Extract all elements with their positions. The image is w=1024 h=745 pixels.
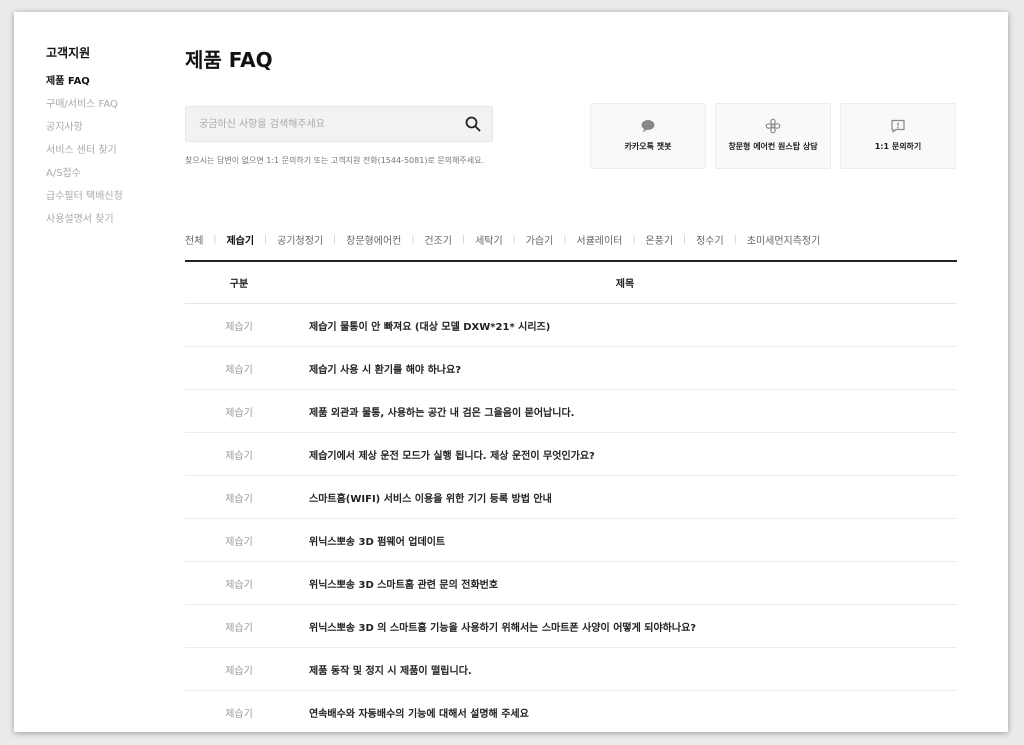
table-row[interactable]: 제습기 위닉스뽀송 3D 스마트홈 관련 문의 전화번호 [185,562,957,605]
table-row[interactable]: 제습기 위닉스뽀송 3D 펌웨어 업데이트 [185,519,957,562]
tab-washer[interactable]: 세탁기 [475,232,503,247]
table-row[interactable]: 제습기 스마트홈(WIFI) 서비스 이용을 위한 기기 등록 방법 안내 [185,476,957,519]
sidebar-item-notices[interactable]: 공지사항 [46,116,166,139]
tab-separator: | [632,234,636,245]
faq-table: 구분 제목 제습기 제습기 물통이 안 빠져요 (대상 모델 DXW*21* 시리… [185,260,957,732]
sidebar: 고객지원 제품 FAQ 구매/서비스 FAQ 공지사항 서비스 센터 찾기 A/… [46,44,166,231]
table-header: 구분 제목 [185,262,957,304]
window-ac-consult-label: 창문형 에어컨 원스탑 상담 [728,142,818,151]
sidebar-item-as-request[interactable]: A/S접수 [46,162,166,185]
row-title[interactable]: 위닉스뽀송 3D 스마트홈 관련 문의 전화번호 [293,576,498,591]
row-category: 제습기 [225,493,253,505]
tab-separator: | [333,234,337,245]
chat-bubble-icon [640,118,656,134]
row-title[interactable]: 연속배수와 자동배수의 기능에 대해서 설명해 주세요 [293,705,529,720]
sidebar-title: 고객지원 [46,46,91,60]
row-category: 제습기 [225,364,253,376]
tab-window-ac[interactable]: 창문형에어컨 [346,232,401,247]
tab-separator: | [411,234,415,245]
row-category: 제습기 [225,622,253,634]
tab-separator: | [563,234,567,245]
tab-water-purifier[interactable]: 정수기 [696,232,724,247]
fan-icon [765,118,781,134]
tab-humidifier[interactable]: 가습기 [526,232,554,247]
tab-heater[interactable]: 온풍기 [645,232,673,247]
tab-separator: | [512,234,516,245]
kakao-chatbot-button[interactable]: 카카오톡 챗봇 [590,103,706,169]
row-title[interactable]: 제습기 사용 시 환기를 해야 하나요? [293,361,461,376]
kakao-chatbot-label: 카카오톡 챗봇 [624,142,672,151]
tab-separator: | [683,234,687,245]
tab-separator: | [733,234,737,245]
search-input[interactable] [186,107,449,141]
quick-links: 카카오톡 챗봇 창문형 에어컨 원스탑 상담 1:1 문의하기 [590,103,956,169]
row-title[interactable]: 제품 외관과 물통, 사용하는 공간 내 검은 그을음이 묻어납니다. [293,404,574,419]
page-frame: 고객지원 제품 FAQ 구매/서비스 FAQ 공지사항 서비스 센터 찾기 A/… [14,12,1008,732]
table-row[interactable]: 제습기 연속배수와 자동배수의 기능에 대해서 설명해 주세요 [185,691,957,732]
row-title[interactable]: 위닉스뽀송 3D 의 스마트홈 기능을 사용하기 위해서는 스마트폰 사양이 어… [293,619,696,634]
table-row[interactable]: 제습기 제품 외관과 물통, 사용하는 공간 내 검은 그을음이 묻어납니다. [185,390,957,433]
row-category: 제습기 [225,665,253,677]
sidebar-item-product-faq[interactable]: 제품 FAQ [46,70,166,93]
column-header-category: 구분 [229,279,249,290]
row-category: 제습기 [225,450,253,462]
sidebar-item-service-center[interactable]: 서비스 센터 찾기 [46,139,166,162]
tab-separator: | [264,234,268,245]
tab-separator: | [462,234,466,245]
row-category: 제습기 [225,579,253,591]
row-category: 제습기 [225,407,253,419]
row-title[interactable]: 제습기에서 제상 운전 모드가 실행 됩니다. 제상 운전이 무엇인가요? [293,447,595,462]
sidebar-item-manuals[interactable]: 사용설명서 찾기 [46,208,166,231]
row-category: 제습기 [225,536,253,548]
table-row[interactable]: 제습기 위닉스뽀송 3D 의 스마트홈 기능을 사용하기 위해서는 스마트폰 사양… [185,605,957,648]
window-ac-consult-button[interactable]: 창문형 에어컨 원스탑 상담 [715,103,831,169]
sidebar-item-filter-delivery[interactable]: 급수필터 택배신청 [46,185,166,208]
table-row[interactable]: 제습기 제습기 물통이 안 빠져요 (대상 모델 DXW*21* 시리즈) [185,304,957,347]
row-category: 제습기 [225,708,253,720]
search-icon[interactable] [464,115,482,133]
category-tabs: 전체 | 제습기 | 공기청정기 | 창문형에어컨 | 건조기 | 세탁기 | … [185,232,821,248]
one-to-one-inquiry-button[interactable]: 1:1 문의하기 [840,103,956,169]
row-title[interactable]: 제습기 물통이 안 빠져요 (대상 모델 DXW*21* 시리즈) [293,318,550,333]
tab-air-purifier[interactable]: 공기청정기 [277,232,323,247]
page-title: 제품 FAQ [185,48,273,72]
row-category: 제습기 [225,321,253,333]
table-row[interactable]: 제습기 제습기에서 제상 운전 모드가 실행 됩니다. 제상 운전이 무엇인가요? [185,433,957,476]
column-header-title: 제목 [615,279,635,290]
tab-circulator[interactable]: 서큘레이터 [576,232,622,247]
tab-separator: | [213,234,217,245]
table-row[interactable]: 제습기 제습기 사용 시 환기를 해야 하나요? [185,347,957,390]
one-to-one-inquiry-label: 1:1 문의하기 [874,142,922,151]
tab-dryer[interactable]: 건조기 [424,232,452,247]
row-title[interactable]: 스마트홈(WIFI) 서비스 이용을 위한 기기 등록 방법 안내 [293,490,552,505]
tab-all[interactable]: 전체 [185,232,203,247]
row-title[interactable]: 위닉스뽀송 3D 펌웨어 업데이트 [293,533,445,548]
table-row[interactable]: 제습기 제품 동작 및 정지 시 제품이 떨립니다. [185,648,957,691]
tab-fine-dust-meter[interactable]: 초미세먼지측정기 [747,232,821,247]
tab-dehumidifier[interactable]: 제습기 [226,232,254,247]
search-box [185,106,493,142]
alert-message-icon [890,118,906,134]
row-title[interactable]: 제품 동작 및 정지 시 제품이 떨립니다. [293,662,472,677]
sidebar-item-purchase-service-faq[interactable]: 구매/서비스 FAQ [46,93,166,116]
search-notice: 찾으시는 답변이 없으면 1:1 문의하기 또는 고객지원 전화(1544-50… [185,156,485,165]
